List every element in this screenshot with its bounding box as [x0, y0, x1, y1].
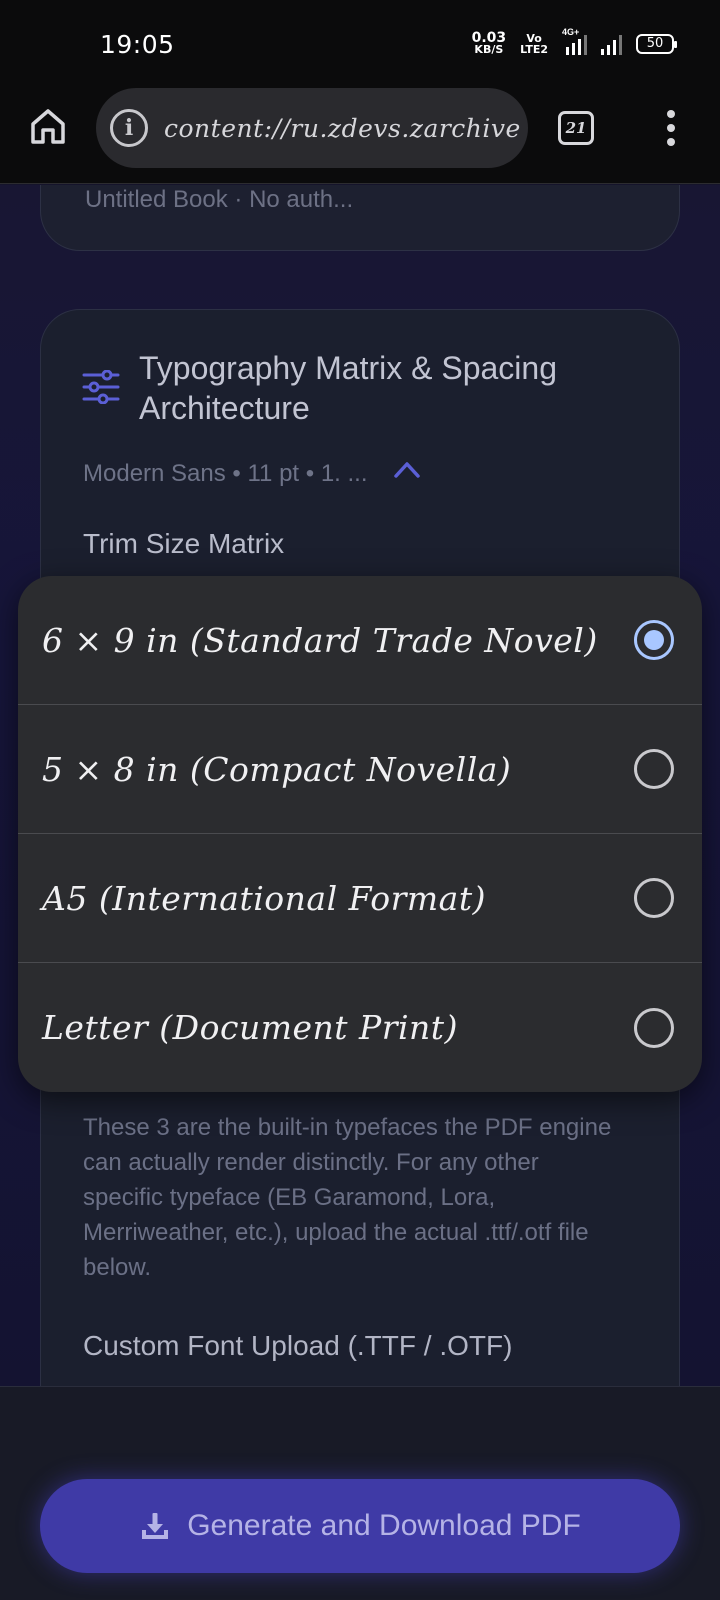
- trim-size-dropdown: 6 × 9 in (Standard Trade Novel) 5 × 8 in…: [18, 576, 702, 1092]
- volte-icon: Vo LTE2: [520, 32, 548, 56]
- status-time: 19:05: [100, 30, 175, 59]
- option-label: A5 (International Format): [42, 878, 486, 918]
- trim-size-option[interactable]: 6 × 9 in (Standard Trade Novel): [18, 576, 702, 705]
- previous-card: Untitled Book · No auth...: [40, 185, 680, 251]
- signal-4g-icon: 4G+: [562, 27, 587, 55]
- option-label: 5 × 8 in (Compact Novella): [42, 749, 512, 789]
- browser-toolbar: i content://ru.zdevs.zarchive 21: [0, 84, 720, 184]
- chevron-up-icon[interactable]: [393, 458, 421, 480]
- trim-size-option[interactable]: 5 × 8 in (Compact Novella): [18, 705, 702, 834]
- radio-unselected-icon[interactable]: [634, 1007, 674, 1048]
- status-bar: 19:05 0.03 KB/S Vo LTE2 4G+ 50: [0, 0, 720, 84]
- home-icon: [31, 109, 65, 144]
- custom-font-upload-label: Custom Font Upload (.TTF / .OTF): [83, 1330, 513, 1361]
- generate-pdf-label: Generate and Download PDF: [187, 1509, 581, 1542]
- trim-size-option[interactable]: Letter (Document Print): [18, 963, 702, 1092]
- card-summary: Modern Sans • 11 pt • 1. ...: [83, 460, 368, 487]
- overflow-menu-icon[interactable]: [658, 108, 684, 148]
- tab-switcher-button[interactable]: 21: [558, 111, 594, 145]
- sliders-icon: [82, 370, 120, 404]
- url-bar[interactable]: i content://ru.zdevs.zarchive: [96, 88, 528, 168]
- download-icon: [142, 1513, 169, 1539]
- radio-selected-icon[interactable]: [634, 620, 674, 660]
- url-text[interactable]: content://ru.zdevs.zarchive: [164, 114, 526, 143]
- network-speed: 0.03 KB/S: [471, 30, 507, 56]
- generate-pdf-button[interactable]: Generate and Download PDF: [40, 1479, 680, 1573]
- radio-unselected-icon[interactable]: [634, 749, 674, 789]
- trim-size-option[interactable]: A5 (International Format): [18, 834, 702, 963]
- card-title: Typography Matrix & Spacing Architecture: [139, 350, 557, 426]
- trim-size-label: Trim Size Matrix: [83, 528, 285, 559]
- font-help-text: These 3 are the built-in typefaces the P…: [83, 1114, 612, 1281]
- info-icon[interactable]: i: [110, 109, 148, 147]
- home-button[interactable]: [28, 106, 68, 146]
- option-label: Letter (Document Print): [42, 1008, 458, 1047]
- battery-icon: 50: [636, 34, 677, 54]
- signal-icon: [601, 33, 622, 55]
- option-label: 6 × 9 in (Standard Trade Novel): [42, 620, 598, 660]
- bottom-action-bar: Generate and Download PDF: [0, 1386, 720, 1600]
- previous-card-summary: Untitled Book · No auth...: [85, 186, 354, 213]
- radio-unselected-icon[interactable]: [634, 878, 674, 918]
- status-icons: 0.03 KB/S Vo LTE2 4G+ 50: [471, 27, 677, 56]
